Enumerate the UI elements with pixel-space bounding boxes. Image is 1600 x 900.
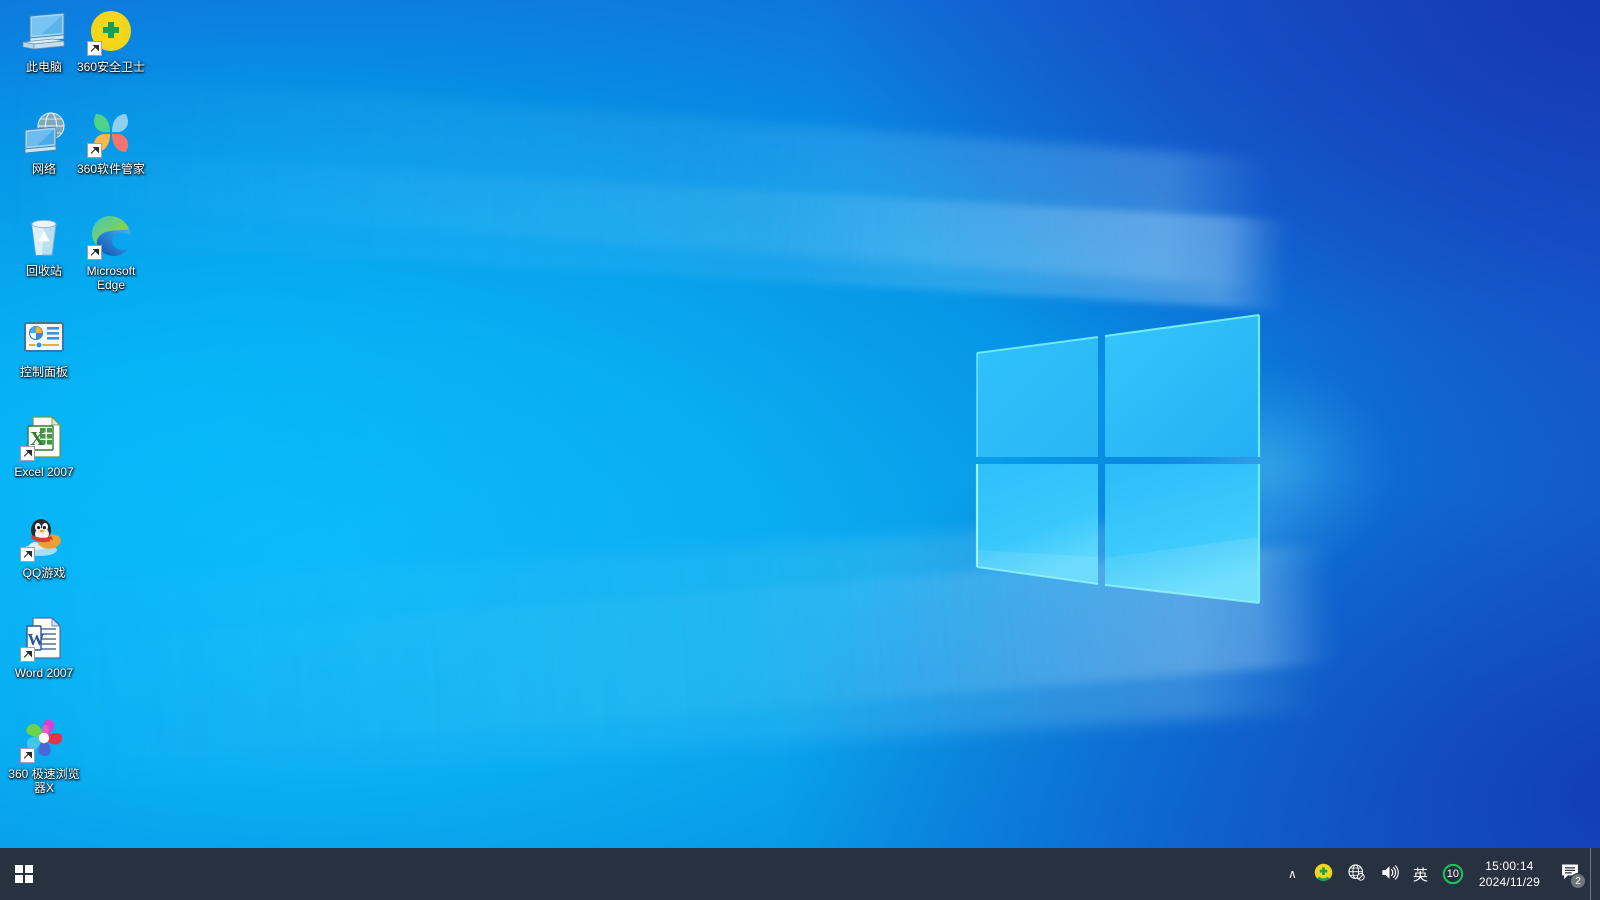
network-icon xyxy=(1347,863,1366,885)
desktop-icon-excel-2007[interactable]: X ↗ Excel 2007 xyxy=(6,413,82,479)
control-panel-icon xyxy=(20,313,68,361)
show-desktop-button[interactable] xyxy=(1590,848,1600,900)
tray-update-badge-button[interactable]: 10 xyxy=(1435,848,1471,900)
360-safe-icon: ↗ xyxy=(87,8,135,56)
tray-volume-button[interactable] xyxy=(1373,848,1406,900)
tray-hidden-icons-button[interactable]: ∧ xyxy=(1278,848,1307,900)
desktop-icon-360-software[interactable]: ↗ 360软件管家 xyxy=(73,110,149,176)
360-browser-icon: ↗ xyxy=(20,715,68,763)
taskbar[interactable]: ∧ 英 10 15:00:14 2024/11/29 2 xyxy=(0,848,1600,900)
desktop-icon-360-safe[interactable]: ↗ 360安全卫士 xyxy=(73,8,149,74)
360-software-icon: ↗ xyxy=(87,110,135,158)
clock-date: 2024/11/29 xyxy=(1478,875,1540,889)
desktop-icon-label: 360软件管家 xyxy=(76,162,146,176)
desktop-icon-label: 此电脑 xyxy=(25,60,62,74)
update-badge-label: 10 xyxy=(1446,867,1459,880)
windows-logo-icon xyxy=(15,865,33,883)
word-icon: W ↗ xyxy=(20,614,68,662)
desktop-icon-label: 控制面板 xyxy=(19,365,68,379)
desktop[interactable]: 此电脑 ↗ 360安全卫士 网络 ↗ 360软件管家 回收站 ↗ Microso… xyxy=(0,0,1600,900)
network-globe-icon xyxy=(20,110,68,158)
recycle-bin-icon xyxy=(20,212,68,260)
desktop-icon-control-panel[interactable]: 控制面板 xyxy=(6,313,82,379)
desktop-icon-label: Microsoft Edge xyxy=(86,264,136,292)
shortcut-overlay-icon: ↗ xyxy=(87,41,102,56)
desktop-icon-label: 360 极速浏览器X xyxy=(8,767,80,795)
volume-icon xyxy=(1380,863,1399,885)
desktop-icon-label: Word 2007 xyxy=(14,666,74,680)
notification-badge: 2 xyxy=(1570,873,1586,889)
desktop-icon-qq-games[interactable]: ↗ QQ游戏 xyxy=(6,514,82,580)
start-button[interactable] xyxy=(0,848,48,900)
shortcut-overlay-icon: ↗ xyxy=(87,245,102,260)
system-tray: ∧ 英 10 15:00:14 2024/11/29 2 xyxy=(1278,848,1600,900)
action-center-button[interactable]: 2 xyxy=(1550,848,1590,900)
desktop-icon-label: 网络 xyxy=(31,162,56,176)
edge-icon: ↗ xyxy=(87,212,135,260)
desktop-icon-label: Excel 2007 xyxy=(14,465,74,479)
excel-icon: X ↗ xyxy=(20,413,68,461)
desktop-icon-label: 回收站 xyxy=(25,264,62,278)
clock-time: 15:00:14 xyxy=(1485,859,1534,873)
360-safe-tray-icon xyxy=(1314,863,1333,885)
desktop-icon-label: 360安全卫士 xyxy=(76,60,146,74)
shortcut-overlay-icon: ↗ xyxy=(20,547,35,562)
desktop-icon-this-pc[interactable]: 此电脑 xyxy=(6,8,82,74)
shortcut-overlay-icon: ↗ xyxy=(87,143,102,158)
update-badge-icon: 10 xyxy=(1442,863,1464,885)
shortcut-overlay-icon: ↗ xyxy=(20,446,35,461)
desktop-icon-label: QQ游戏 xyxy=(22,566,66,580)
chevron-up-icon: ∧ xyxy=(1288,867,1297,881)
desktop-icon-microsoft-edge[interactable]: ↗ Microsoft Edge xyxy=(73,212,149,292)
desktop-icon-word-2007[interactable]: W ↗ Word 2007 xyxy=(6,614,82,680)
shortcut-overlay-icon: ↗ xyxy=(20,748,35,763)
windows-hero-logo xyxy=(968,305,1268,610)
shortcut-overlay-icon: ↗ xyxy=(20,647,35,662)
desktop-icon-360-browser[interactable]: ↗ 360 极速浏览器X xyxy=(6,715,82,795)
tray-360-safe-button[interactable] xyxy=(1307,848,1340,900)
desktop-icon-recycle-bin[interactable]: 回收站 xyxy=(6,212,82,278)
tray-network-button[interactable] xyxy=(1340,848,1373,900)
qq-penguin-icon: ↗ xyxy=(20,514,68,562)
computer-icon xyxy=(20,8,68,56)
ime-indicator: 英 xyxy=(1412,865,1428,884)
desktop-icon-network[interactable]: 网络 xyxy=(6,110,82,176)
taskbar-clock[interactable]: 15:00:14 2024/11/29 xyxy=(1471,848,1550,900)
tray-ime-button[interactable]: 英 xyxy=(1406,848,1435,900)
